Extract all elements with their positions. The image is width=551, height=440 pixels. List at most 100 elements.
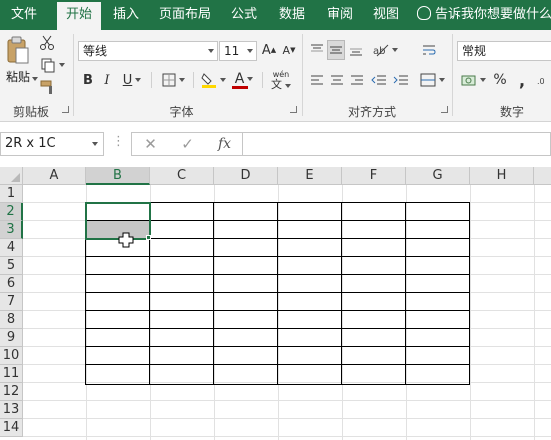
divider: [262, 72, 263, 88]
cancel-entry-icon[interactable]: ✕: [132, 133, 169, 155]
worksheet-grid[interactable]: A B C D E F G H 1 2 3 4 5 6 7 8 9 10 11 …: [0, 167, 551, 440]
tab-formulas[interactable]: 公式: [222, 0, 266, 30]
increase-font-size-button[interactable]: A ▲: [260, 40, 278, 60]
tell-me-search[interactable]: 告诉我你想要做什么: [417, 0, 551, 30]
borders-button[interactable]: [158, 70, 188, 90]
column-header-d[interactable]: D: [214, 167, 278, 185]
formula-bar-grip-icon[interactable]: ⋮: [112, 134, 125, 149]
cut-icon[interactable]: [38, 34, 56, 52]
tab-view[interactable]: 视图: [364, 0, 408, 30]
comma-style-button[interactable]: ,: [514, 70, 530, 90]
confirm-entry-icon[interactable]: ✓: [169, 133, 206, 155]
font-launcher-icon[interactable]: [290, 106, 297, 113]
copy-icon[interactable]: [38, 56, 66, 74]
font-color-swatch: [232, 85, 248, 89]
tab-data[interactable]: 数据: [270, 0, 314, 30]
column-header-f[interactable]: F: [342, 167, 406, 185]
row-header-10[interactable]: 10: [0, 347, 23, 365]
underline-glyph: U: [122, 72, 133, 88]
shrink-font-icon: A: [282, 43, 291, 57]
paste-label: 粘贴: [6, 70, 31, 84]
lightbulb-icon: [417, 6, 431, 20]
percent-style-button[interactable]: %: [492, 70, 508, 90]
underline-button[interactable]: U: [118, 70, 146, 90]
alignment-launcher-icon[interactable]: [441, 106, 448, 113]
phonetic-guide-button[interactable]: wén 文: [266, 68, 296, 92]
align-bottom-icon[interactable]: [347, 40, 365, 60]
row-header-9[interactable]: 9: [0, 329, 23, 347]
borders-icon: [162, 73, 175, 87]
row-header-12[interactable]: 12: [0, 383, 23, 401]
row-header-8[interactable]: 8: [0, 311, 23, 329]
align-left-icon[interactable]: [308, 70, 326, 90]
increase-indent-icon[interactable]: [392, 70, 410, 90]
tab-insert[interactable]: 插入: [104, 0, 148, 30]
select-all-button[interactable]: [0, 167, 23, 185]
fill-color-button[interactable]: [198, 68, 228, 92]
column-header-b[interactable]: B: [86, 167, 150, 185]
column-header-a[interactable]: A: [23, 167, 86, 185]
formula-bar: 2R x 1C ⋮ ✕ ✓ fx: [0, 122, 551, 167]
name-box[interactable]: 2R x 1C: [0, 132, 104, 156]
align-right-icon[interactable]: [348, 70, 366, 90]
fill-handle[interactable]: [146, 235, 151, 240]
tab-review[interactable]: 审阅: [318, 0, 362, 30]
divider: [193, 72, 194, 88]
format-painter-icon[interactable]: [38, 78, 56, 96]
paste-icon[interactable]: [6, 36, 30, 66]
font-name-value: 等线: [83, 44, 108, 58]
merge-center-button[interactable]: [418, 70, 446, 90]
bold-button[interactable]: B: [80, 70, 96, 90]
row-header-2[interactable]: 2: [0, 203, 23, 221]
row-header-11[interactable]: 11: [0, 365, 23, 383]
name-box-dropdown-icon[interactable]: [92, 142, 98, 146]
column-header-i[interactable]: [534, 167, 551, 185]
column-header-e[interactable]: E: [278, 167, 342, 185]
formula-buttons: ✕ ✓ fx: [131, 132, 242, 156]
row-header-3[interactable]: 3: [0, 221, 23, 239]
italic-button[interactable]: I: [100, 70, 114, 90]
number-format-value: 常规: [462, 44, 487, 58]
grow-font-icon: A: [261, 42, 271, 58]
tab-home[interactable]: 开始: [57, 2, 101, 30]
number-format-select[interactable]: 常规: [457, 41, 551, 61]
currency-icon: [461, 75, 475, 86]
font-size-select[interactable]: 11: [219, 41, 257, 61]
fill-color-icon: [200, 73, 216, 88]
insert-function-icon[interactable]: fx: [206, 133, 243, 155]
column-header-c[interactable]: C: [150, 167, 214, 185]
decrease-font-size-button[interactable]: A ▼: [280, 40, 298, 60]
tab-page-layout[interactable]: 页面布局: [153, 0, 217, 30]
tab-file[interactable]: 文件: [0, 0, 48, 30]
wrap-text-icon[interactable]: [418, 40, 440, 60]
align-center-icon[interactable]: [328, 70, 346, 90]
row-header-1[interactable]: 1: [0, 185, 23, 203]
orientation-icon: ab: [373, 44, 388, 57]
align-middle-icon[interactable]: [327, 40, 345, 60]
font-name-select[interactable]: 等线: [78, 41, 218, 61]
orientation-button[interactable]: ab: [370, 40, 400, 60]
clipboard-group-label: 剪贴板: [12, 105, 49, 119]
clipboard-launcher-icon[interactable]: [62, 106, 69, 113]
decrease-indent-icon[interactable]: [370, 70, 388, 90]
row-header-13[interactable]: 13: [0, 401, 23, 419]
font-color-button[interactable]: A: [230, 68, 258, 92]
row-header-4[interactable]: 4: [0, 239, 23, 257]
divider: [452, 34, 453, 116]
paste-button[interactable]: 粘贴: [6, 68, 39, 85]
row-header-7[interactable]: 7: [0, 293, 23, 311]
formula-input[interactable]: [242, 132, 551, 156]
row-header-6[interactable]: 6: [0, 275, 23, 293]
font-size-value: 11: [224, 44, 240, 58]
row-header-14[interactable]: 14: [0, 419, 23, 437]
divider: [151, 72, 152, 88]
alignment-group-label: 对齐方式: [347, 105, 396, 119]
column-header-g[interactable]: G: [406, 167, 470, 185]
increase-decimal-icon[interactable]: .0: [536, 70, 551, 90]
accounting-format-button[interactable]: [458, 70, 488, 90]
tell-me-text: 告诉我你想要做什么: [435, 7, 551, 22]
font-group-label: 字体: [169, 105, 194, 119]
align-top-icon[interactable]: [308, 40, 326, 60]
column-header-h[interactable]: H: [470, 167, 534, 185]
row-header-5[interactable]: 5: [0, 257, 23, 275]
